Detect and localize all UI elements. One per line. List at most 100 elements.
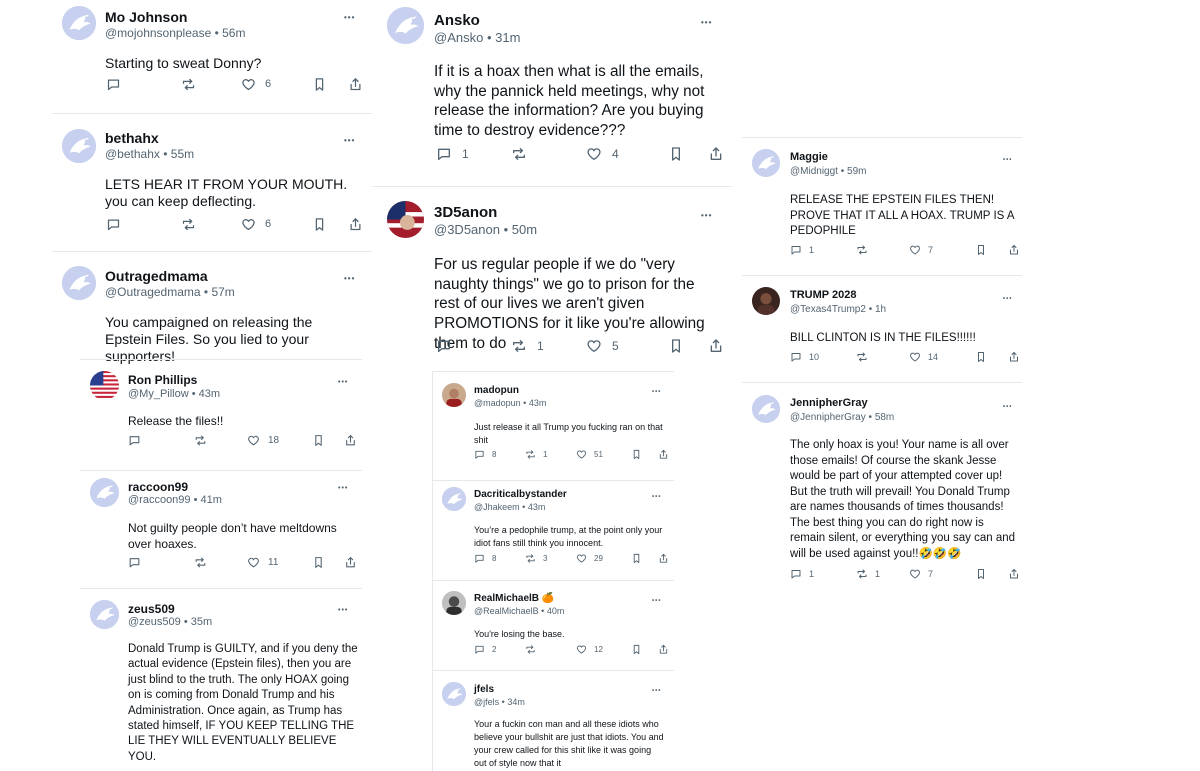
handle[interactable]: @bethahx — [105, 147, 160, 161]
more-options-icon[interactable]: ••• — [701, 212, 712, 220]
like-button[interactable]: 7 — [909, 244, 933, 256]
timestamp[interactable]: 58m — [875, 412, 894, 423]
bookmark-button[interactable] — [312, 77, 327, 92]
avatar[interactable] — [62, 6, 96, 40]
display-name[interactable]: 3D5anon — [434, 204, 497, 221]
timestamp[interactable]: 50m — [512, 222, 537, 237]
avatar[interactable] — [62, 266, 96, 300]
display-name[interactable]: Outragedmama — [105, 268, 208, 284]
avatar[interactable] — [752, 149, 780, 177]
more-options-icon[interactable]: ••• — [701, 19, 712, 27]
like-button[interactable]: 6 — [241, 217, 271, 232]
share-button[interactable] — [348, 77, 363, 92]
more-options-icon[interactable]: ••• — [1003, 157, 1012, 163]
bookmark-button[interactable] — [312, 217, 327, 232]
avatar[interactable] — [442, 487, 466, 511]
timestamp[interactable]: 56m — [222, 26, 245, 40]
bookmark-button[interactable] — [668, 146, 684, 162]
reply-button[interactable] — [106, 217, 130, 232]
repost-button[interactable] — [181, 77, 205, 92]
timestamp[interactable]: 59m — [847, 166, 866, 177]
like-button[interactable]: 4 — [586, 146, 619, 162]
handle[interactable]: @Texas4Trump2 — [790, 304, 866, 315]
display-name[interactable]: Maggie — [790, 151, 828, 163]
share-button[interactable] — [344, 434, 357, 447]
avatar[interactable] — [387, 7, 424, 44]
repost-button[interactable] — [181, 217, 205, 232]
bookmark-button[interactable] — [312, 556, 325, 569]
like-button[interactable]: 12 — [576, 644, 603, 655]
handle[interactable]: @Outragedmama — [105, 285, 201, 299]
bookmark-button[interactable] — [975, 351, 987, 363]
repost-button[interactable]: 1 — [511, 338, 544, 354]
like-button[interactable]: 18 — [247, 434, 279, 447]
timestamp[interactable]: 31m — [495, 30, 520, 45]
handle[interactable]: @Ansko — [434, 30, 483, 45]
avatar[interactable] — [90, 371, 119, 400]
handle[interactable]: @RealMichaelB — [474, 606, 539, 616]
bookmark-button[interactable] — [631, 553, 642, 564]
more-options-icon[interactable]: ••• — [652, 389, 661, 395]
handle[interactable]: @madopun — [474, 398, 521, 408]
avatar[interactable] — [62, 129, 96, 163]
reply-button[interactable]: 1 — [790, 244, 814, 256]
timestamp[interactable]: 35m — [191, 616, 212, 628]
share-button[interactable] — [658, 449, 669, 460]
more-options-icon[interactable]: ••• — [1003, 296, 1012, 302]
more-options-icon[interactable]: ••• — [344, 14, 355, 22]
bookmark-button[interactable] — [975, 244, 987, 256]
reply-button[interactable] — [106, 77, 130, 92]
more-options-icon[interactable]: ••• — [344, 137, 355, 145]
bookmark-button[interactable] — [312, 434, 325, 447]
display-name[interactable]: zeus509 — [128, 602, 175, 616]
handle[interactable]: @jfels — [474, 697, 499, 707]
share-button[interactable] — [658, 553, 669, 564]
display-name[interactable]: jfels — [474, 684, 494, 695]
share-button[interactable] — [1008, 351, 1020, 363]
handle[interactable]: @Midniggt — [790, 166, 838, 177]
share-button[interactable] — [658, 644, 669, 655]
handle[interactable]: @mojohnsonplease — [105, 26, 211, 40]
like-button[interactable]: 7 — [909, 568, 933, 580]
more-options-icon[interactable]: ••• — [338, 379, 348, 386]
like-button[interactable]: 5 — [586, 338, 619, 354]
display-name[interactable]: raccoon99 — [128, 480, 188, 494]
reply-button[interactable]: 8 — [474, 553, 496, 564]
display-name[interactable]: Dacriticalbystander — [474, 489, 567, 500]
repost-button[interactable] — [194, 434, 215, 447]
reply-button[interactable]: 2 — [474, 644, 496, 655]
reply-button[interactable] — [128, 434, 149, 447]
repost-button[interactable] — [856, 244, 875, 256]
reply-button[interactable] — [128, 556, 149, 569]
more-options-icon[interactable]: ••• — [652, 688, 661, 694]
handle[interactable]: @JennipherGray — [790, 412, 866, 423]
avatar[interactable] — [387, 201, 424, 238]
share-button[interactable] — [1008, 244, 1020, 256]
avatar[interactable] — [442, 591, 466, 615]
handle[interactable]: @My_Pillow — [128, 388, 189, 400]
timestamp[interactable]: 57m — [211, 285, 234, 299]
more-options-icon[interactable]: ••• — [652, 494, 661, 500]
handle[interactable]: @Jhakeem — [474, 502, 520, 512]
more-options-icon[interactable]: ••• — [338, 607, 348, 614]
share-button[interactable] — [344, 556, 357, 569]
timestamp[interactable]: 40m — [547, 606, 565, 616]
like-button[interactable]: 51 — [576, 449, 603, 460]
repost-button[interactable] — [525, 644, 543, 655]
repost-button[interactable] — [194, 556, 215, 569]
like-button[interactable]: 11 — [247, 556, 278, 569]
like-button[interactable]: 6 — [241, 77, 271, 92]
more-options-icon[interactable]: ••• — [1003, 404, 1012, 410]
display-name[interactable]: RealMichaelB 🍊 — [474, 593, 554, 604]
repost-button[interactable]: 1 — [856, 568, 880, 580]
display-name[interactable]: JennipherGray — [790, 397, 868, 409]
timestamp[interactable]: 55m — [171, 147, 194, 161]
bookmark-button[interactable] — [668, 338, 684, 354]
display-name[interactable]: madopun — [474, 385, 519, 396]
share-button[interactable] — [1008, 568, 1020, 580]
repost-button[interactable] — [511, 146, 537, 162]
share-button[interactable] — [348, 217, 363, 232]
reply-button[interactable]: 1 — [436, 146, 469, 162]
share-button[interactable] — [708, 338, 724, 354]
display-name[interactable]: Ansko — [434, 12, 480, 29]
